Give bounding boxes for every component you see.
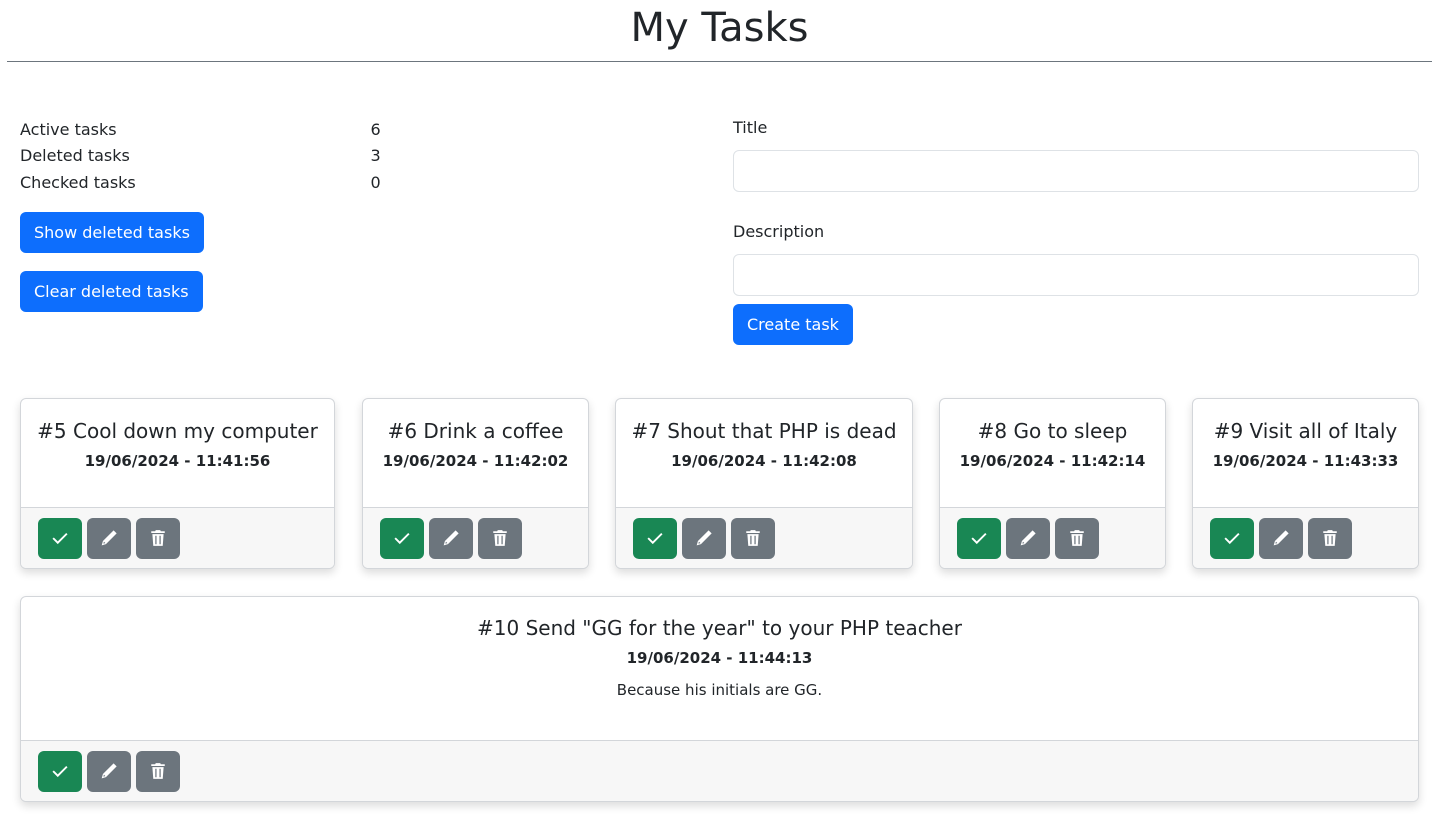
stat-row-checked: Checked tasks 0 [20, 169, 400, 196]
delete-task-button[interactable] [1308, 517, 1352, 559]
title-label: Title [733, 118, 768, 137]
stat-value: 6 [370, 119, 381, 139]
pencil-icon [1273, 530, 1289, 546]
card-body: #7 Shout that PHP is dead 19/06/2024 - 1… [616, 418, 912, 471]
task-date: 19/06/2024 - 11:43:33 [1212, 452, 1399, 470]
task-card: #9 Visit all of Italy 19/06/2024 - 11:43… [1192, 398, 1419, 569]
task-card: #7 Shout that PHP is dead 19/06/2024 - 1… [615, 398, 913, 569]
delete-task-button[interactable] [136, 517, 180, 559]
card-body: #9 Visit all of Italy 19/06/2024 - 11:43… [1193, 418, 1418, 471]
check-task-button[interactable] [633, 517, 677, 559]
pencil-icon [101, 763, 117, 779]
show-deleted-tasks-button[interactable]: Show deleted tasks [20, 212, 204, 253]
card-body: #10 Send "GG for the year" to your PHP t… [21, 615, 1418, 700]
card-footer [363, 507, 588, 568]
description-label: Description [733, 222, 825, 241]
task-card: #6 Drink a coffee 19/06/2024 - 11:42:02 [362, 398, 589, 569]
card-body: #6 Drink a coffee 19/06/2024 - 11:42:02 [363, 418, 588, 471]
trash-icon [151, 763, 165, 779]
delete-task-button[interactable] [136, 750, 180, 792]
check-icon [394, 532, 410, 545]
trash-icon [746, 530, 760, 546]
check-icon [971, 532, 987, 545]
task-title: #9 Visit all of Italy [1213, 419, 1398, 443]
clear-deleted-tasks-button[interactable]: Clear deleted tasks [20, 271, 203, 312]
stat-label: Checked tasks [20, 172, 136, 192]
task-card: #8 Go to sleep 19/06/2024 - 11:42:14 [939, 398, 1166, 569]
delete-task-button[interactable] [731, 517, 775, 559]
task-card: #10 Send "GG for the year" to your PHP t… [20, 596, 1419, 802]
task-title: #10 Send "GG for the year" to your PHP t… [477, 616, 962, 640]
task-title: #7 Shout that PHP is dead [631, 419, 897, 443]
task-title: #6 Drink a coffee [387, 419, 564, 443]
description-input[interactable] [733, 254, 1419, 296]
trash-icon [1323, 530, 1337, 546]
task-stats: Active tasks 6 Deleted tasks 3 Checked t… [20, 116, 400, 196]
task-date: 19/06/2024 - 11:42:14 [959, 452, 1146, 470]
delete-task-button[interactable] [478, 517, 522, 559]
pencil-icon [101, 530, 117, 546]
stat-row-active: Active tasks 6 [20, 116, 400, 143]
trash-icon [1070, 530, 1084, 546]
pencil-icon [1020, 530, 1036, 546]
stat-value: 0 [370, 172, 381, 192]
trash-icon [493, 530, 507, 546]
task-card: #5 Cool down my computer 19/06/2024 - 11… [20, 398, 335, 569]
edit-task-button[interactable] [87, 517, 131, 559]
card-body: #8 Go to sleep 19/06/2024 - 11:42:14 [940, 418, 1165, 471]
check-task-button[interactable] [380, 517, 424, 559]
card-footer [21, 740, 1418, 801]
card-footer [1193, 507, 1418, 568]
stat-label: Active tasks [20, 119, 117, 139]
task-date: 19/06/2024 - 11:41:56 [84, 452, 271, 470]
check-icon [52, 532, 68, 545]
task-date: 19/06/2024 - 11:42:02 [382, 452, 569, 470]
edit-task-button[interactable] [87, 750, 131, 792]
card-body: #5 Cool down my computer 19/06/2024 - 11… [21, 418, 334, 471]
check-icon [647, 532, 663, 545]
card-footer [21, 507, 334, 568]
stat-row-deleted: Deleted tasks 3 [20, 143, 400, 170]
task-title: #5 Cool down my computer [37, 419, 318, 443]
edit-task-button[interactable] [429, 517, 473, 559]
check-task-button[interactable] [957, 517, 1001, 559]
stat-value: 3 [370, 146, 381, 166]
delete-task-button[interactable] [1055, 517, 1099, 559]
edit-task-button[interactable] [682, 517, 726, 559]
check-task-button[interactable] [38, 750, 82, 792]
task-title: #8 Go to sleep [977, 419, 1128, 443]
task-date: 19/06/2024 - 11:42:08 [671, 452, 857, 470]
title-divider [7, 61, 1432, 62]
page-title: My Tasks [630, 5, 809, 51]
card-footer [940, 507, 1165, 568]
stat-label: Deleted tasks [20, 146, 130, 166]
trash-icon [151, 530, 165, 546]
check-task-button[interactable] [38, 517, 82, 559]
task-description: Because his initials are GG. [616, 681, 823, 699]
pencil-icon [443, 530, 459, 546]
check-task-button[interactable] [1210, 517, 1254, 559]
check-icon [52, 765, 68, 778]
edit-task-button[interactable] [1259, 517, 1303, 559]
pencil-icon [696, 530, 712, 546]
card-footer [616, 507, 912, 568]
task-date: 19/06/2024 - 11:44:13 [626, 649, 813, 667]
title-input[interactable] [733, 150, 1419, 192]
edit-task-button[interactable] [1006, 517, 1050, 559]
create-task-button[interactable]: Create task [733, 304, 853, 345]
check-icon [1224, 532, 1240, 545]
create-task-form: Title Description [733, 116, 1419, 296]
